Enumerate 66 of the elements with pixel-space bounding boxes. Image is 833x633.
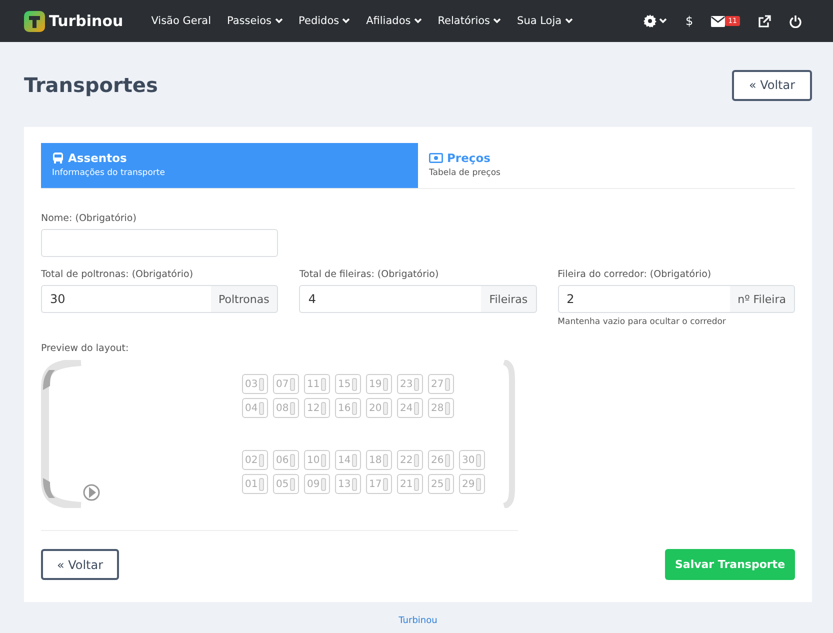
menu-item[interactable]: Visão Geral <box>143 15 220 27</box>
seat: 04 <box>242 398 268 418</box>
seat: 25 <box>428 474 454 494</box>
help-text: Mantenha vazio para ocultar o corredor <box>558 317 727 327</box>
envelope-icon[interactable] <box>711 16 726 26</box>
caret-icon <box>564 18 573 24</box>
power-icon[interactable] <box>789 14 802 28</box>
back-button[interactable]: « Voltar <box>41 549 119 580</box>
menu-item[interactable]: Relatórios <box>430 15 510 27</box>
seat: 09 <box>304 474 330 494</box>
caret-icon <box>414 18 422 24</box>
bus-icon <box>52 152 64 164</box>
seat: 20 <box>366 398 392 418</box>
seat: 16 <box>335 398 361 418</box>
seat: 19 <box>366 374 392 394</box>
seat: 24 <box>397 398 423 418</box>
tab-subtitle: Informações do transporte <box>52 168 166 178</box>
caret-icon <box>493 18 502 24</box>
seat: 05 <box>273 474 299 494</box>
field-label: Total de poltronas: (Obrigatório) <box>41 269 194 280</box>
seat: 02 <box>242 450 268 470</box>
seat: 23 <box>397 374 423 394</box>
brand-link[interactable]: Turbinou <box>49 12 124 30</box>
seat: 08 <box>273 398 299 418</box>
logo-icon <box>24 10 45 32</box>
seat: 30 <box>459 450 485 470</box>
page-title: Transportes <box>24 73 158 97</box>
seat: 06 <box>273 450 299 470</box>
seat: 03 <box>242 374 268 394</box>
external-link-icon[interactable] <box>758 14 771 28</box>
seat: 21 <box>397 474 423 494</box>
field-label: Nome: (Obrigatório) <box>41 213 136 224</box>
menu-item[interactable]: Passeios <box>219 15 291 27</box>
seat: 15 <box>335 374 361 394</box>
seat: 28 <box>428 398 454 418</box>
banknote-icon <box>429 153 443 163</box>
settings-icon[interactable] <box>643 14 658 28</box>
seat: 17 <box>366 474 392 494</box>
seat: 18 <box>366 450 392 470</box>
field-label: Preview do layout: <box>41 343 130 354</box>
tab[interactable]: Preços Tabela de preços <box>418 143 795 188</box>
menu-item[interactable]: Afiliados <box>358 15 430 27</box>
caret-icon <box>274 18 283 24</box>
seat: 01 <box>242 474 268 494</box>
seat: 13 <box>335 474 361 494</box>
seat: 07 <box>273 374 299 394</box>
footer-link[interactable]: Turbinou <box>398 616 438 626</box>
menu-item[interactable]: Pedidos <box>290 15 358 27</box>
seat: 27 <box>428 374 454 394</box>
tab-label: Preços <box>447 151 490 165</box>
seat: 11 <box>304 374 330 394</box>
seat: 29 <box>459 474 485 494</box>
name-input[interactable] <box>41 229 278 257</box>
caret-icon <box>342 18 350 24</box>
tab-subtitle: Tabela de preços <box>429 168 502 178</box>
seat: 12 <box>304 398 330 418</box>
back-button[interactable]: « Voltar <box>732 70 812 100</box>
dollar-link[interactable]: $ <box>676 14 702 28</box>
field-label: Fileira do corredor: (Obrigatório) <box>558 269 712 280</box>
seat: 26 <box>428 450 454 470</box>
seat: 22 <box>397 450 423 470</box>
field-label: Total de fileiras: (Obrigatório) <box>299 269 440 280</box>
seat: 10 <box>304 450 330 470</box>
seat: 14 <box>335 450 361 470</box>
menu-item[interactable]: Sua Loja <box>509 15 581 27</box>
tab-label: Assentos <box>68 151 127 165</box>
